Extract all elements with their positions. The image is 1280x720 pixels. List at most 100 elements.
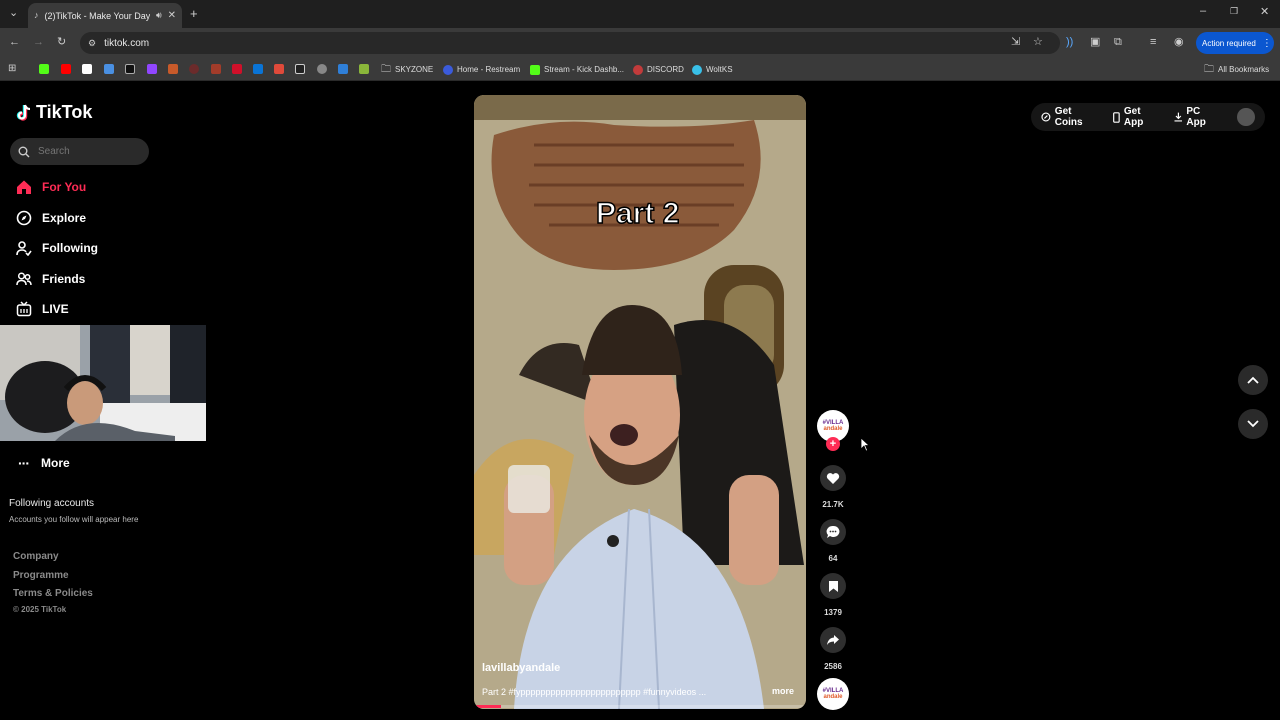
- compass-icon: [16, 210, 32, 226]
- tiktok-favicon-icon: ♪: [34, 10, 39, 20]
- media-controls-icon[interactable]: ≡: [1150, 37, 1156, 48]
- footer-company[interactable]: Company: [13, 551, 59, 562]
- bookmark-red-icon[interactable]: [211, 64, 221, 74]
- all-bookmarks-label: All Bookmarks: [1218, 65, 1270, 74]
- bookmark-star-icon[interactable]: ☆: [1033, 37, 1043, 48]
- twitch-bookmark-icon[interactable]: [147, 64, 157, 74]
- webcam-image: [0, 325, 206, 441]
- nav-explore[interactable]: Explore: [16, 210, 86, 226]
- bookmark-label: Home - Restream: [457, 65, 521, 74]
- install-app-icon[interactable]: ⇲: [1011, 37, 1020, 48]
- restore-icon[interactable]: ❐: [1230, 7, 1238, 16]
- search-icon: [18, 146, 30, 157]
- extension-audio-icon[interactable]: )): [1066, 37, 1073, 48]
- action-required-label: Action required: [1202, 38, 1256, 48]
- comment-icon: [826, 525, 840, 538]
- get-coins-button[interactable]: Get Coins: [1041, 106, 1101, 128]
- nav-following[interactable]: Following: [16, 240, 98, 256]
- apps-grid-icon[interactable]: ⊞: [8, 64, 16, 74]
- back-icon[interactable]: ←: [9, 37, 20, 48]
- video-progress-bar[interactable]: [474, 705, 806, 708]
- search-box[interactable]: [10, 138, 149, 165]
- bookmark-skyzone[interactable]: 🗀 SKYZONE: [381, 63, 433, 76]
- nav-label: Explore: [42, 211, 87, 225]
- tab-search-icon[interactable]: ⌄: [9, 8, 18, 19]
- close-tab-icon[interactable]: ✕: [168, 10, 176, 21]
- bookmark-restream[interactable]: Home - Restream: [443, 63, 520, 76]
- extensions-puzzle-icon[interactable]: ⧉: [1114, 37, 1122, 48]
- sound-avatar-text-bottom: andale: [823, 694, 843, 700]
- bookmark-discord[interactable]: DISCORD: [633, 63, 684, 76]
- get-app-button[interactable]: Get App: [1113, 106, 1162, 128]
- address-bar[interactable]: ⚙ tiktok.com: [80, 32, 1060, 54]
- download-icon: [1174, 112, 1182, 122]
- gmail-bookmark-icon[interactable]: [274, 64, 284, 74]
- nav-label: Friends: [42, 272, 86, 286]
- bookmark-label: SKYZONE: [395, 65, 434, 74]
- comment-count: 64: [828, 554, 838, 563]
- more-menu[interactable]: ··· More: [18, 455, 70, 471]
- browser-tab-bar: ⌄ ♪ (2)TikTok - Make Your Day 🔊︎ ✕ + – ❐…: [0, 0, 1280, 28]
- video-player[interactable]: Part 2 lavillabyandale Part 2 #fyppppppp…: [474, 95, 806, 709]
- speaker-icon[interactable]: 🔊︎: [156, 11, 162, 20]
- minimize-icon[interactable]: –: [1200, 6, 1206, 17]
- next-video-button[interactable]: [1238, 409, 1268, 439]
- like-button[interactable]: [820, 465, 846, 491]
- tab-title: (2)TikTok - Make Your Day: [44, 10, 150, 21]
- bookmark-wolt[interactable]: WoltKS: [692, 63, 733, 76]
- follow-plus-button[interactable]: +: [826, 437, 840, 451]
- bookmark-blue-icon[interactable]: [104, 64, 114, 74]
- bookmark-kick-dashboard[interactable]: Stream - Kick Dashb...: [530, 63, 624, 76]
- get-coins-label: Get Coins: [1054, 106, 1083, 128]
- tiktok-logo[interactable]: TikTok: [16, 102, 92, 123]
- following-accounts-heading: Following accounts: [9, 498, 95, 509]
- outlook-bookmark-icon[interactable]: [253, 64, 263, 74]
- kick-icon: [530, 64, 540, 75]
- bookmark-globe-icon[interactable]: [317, 64, 327, 74]
- share-button[interactable]: [820, 627, 846, 653]
- phone-icon: [1113, 111, 1120, 123]
- restream-icon: [443, 64, 453, 75]
- caption-more-button[interactable]: more: [772, 686, 794, 696]
- extension-icon[interactable]: ▣: [1090, 37, 1100, 48]
- youtube-bookmark-icon[interactable]: [61, 64, 71, 74]
- bookmark-green-icon[interactable]: [359, 64, 369, 74]
- bookmark-cloud-icon[interactable]: [338, 64, 348, 74]
- nav-friends[interactable]: Friends: [16, 271, 85, 287]
- bookmark-ring-icon[interactable]: [189, 64, 199, 74]
- nav-label: LIVE: [42, 302, 69, 316]
- save-button[interactable]: [820, 573, 846, 599]
- footer-terms[interactable]: Terms & Policies: [13, 588, 93, 599]
- avatar-text-bottom: andale: [823, 426, 843, 432]
- folder-icon: 🗀: [381, 63, 391, 75]
- pc-app-button[interactable]: PC App: [1174, 106, 1222, 128]
- video-username[interactable]: lavillabyandale: [482, 662, 560, 674]
- nav-for-you[interactable]: For You: [16, 179, 86, 195]
- close-window-icon[interactable]: ✕: [1260, 7, 1269, 18]
- following-accounts-subtext: Accounts you follow will appear here: [9, 515, 139, 524]
- kick-bookmark-icon[interactable]: [39, 64, 49, 74]
- new-tab-icon[interactable]: +: [190, 7, 198, 20]
- bookmark-orange-icon[interactable]: [168, 64, 178, 74]
- previous-video-button[interactable]: [1238, 365, 1268, 395]
- footer-programme[interactable]: Programme: [13, 570, 69, 581]
- all-bookmarks[interactable]: 🗀 All Bookmarks: [1204, 63, 1269, 76]
- video-frame: [474, 95, 806, 709]
- bookmark-s-icon[interactable]: [295, 64, 305, 74]
- comment-button[interactable]: [820, 519, 846, 545]
- sound-disc-avatar[interactable]: #VILLA andale: [817, 678, 849, 710]
- site-info-icon[interactable]: ⚙: [88, 38, 96, 48]
- bookmark-crimson-icon[interactable]: [232, 64, 242, 74]
- bookmarks-bar: ⊞ 🗀 SKYZONE Home - Restream Stream - Kic…: [0, 58, 1280, 81]
- user-avatar[interactable]: [1237, 108, 1255, 126]
- nav-live[interactable]: LIVE: [16, 301, 69, 317]
- bookmark-dark-icon[interactable]: [125, 64, 135, 74]
- heart-icon: [826, 472, 840, 484]
- browser-tab[interactable]: ♪ (2)TikTok - Make Your Day 🔊︎ ✕: [28, 3, 182, 28]
- forward-icon[interactable]: →: [33, 37, 44, 48]
- action-required-button[interactable]: Action required ⋮: [1196, 32, 1274, 54]
- reload-icon[interactable]: ↻: [57, 37, 66, 48]
- search-input[interactable]: [38, 146, 138, 157]
- profile-icon[interactable]: ◉: [1174, 37, 1184, 48]
- x-bookmark-icon[interactable]: [82, 64, 92, 74]
